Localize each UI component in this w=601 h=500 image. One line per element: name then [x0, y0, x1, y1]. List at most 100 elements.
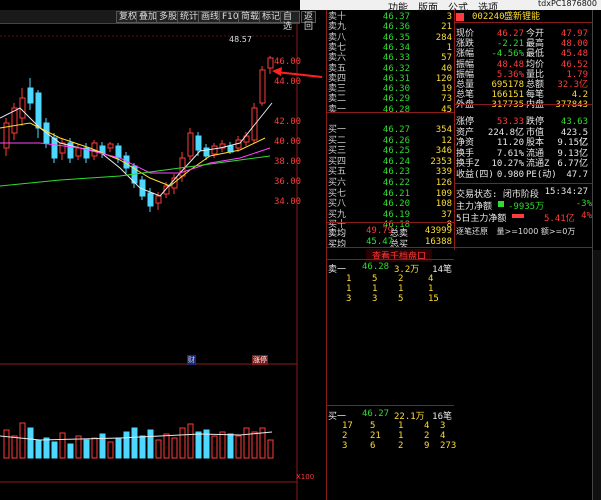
volume-bar: [67, 443, 74, 459]
quote-value: 4.2: [571, 90, 588, 101]
bid-row[interactable]: 买六 46.22 126: [326, 178, 454, 188]
finance-marker[interactable]: 财: [187, 355, 196, 365]
ask-row[interactable]: 卖四 46.31 120: [326, 74, 454, 84]
quote-value: -4.56%: [491, 49, 524, 60]
level-volume: 108: [435, 199, 452, 210]
volume-bar: [147, 429, 154, 459]
volume-bar: [43, 437, 50, 459]
quote-label: 换手Z: [456, 159, 480, 169]
quote-row: 换手Z 10.27% 流通Z 6.77亿: [454, 159, 601, 169]
bid-row[interactable]: 买五 46.23 339: [326, 167, 454, 177]
queue-cell: 4: [440, 431, 446, 441]
candle-body: [35, 92, 42, 129]
quote-value: 166151: [491, 90, 524, 101]
price-label-46: 46.00: [274, 57, 302, 67]
ask-row[interactable]: 卖十 46.37 3: [326, 12, 454, 22]
quote-label: 总笔: [456, 90, 475, 101]
quote-value: 7.61%: [496, 148, 524, 159]
candle-body: [75, 147, 82, 157]
level-price: 46.21: [382, 188, 410, 199]
price-label-34: 34.00: [274, 197, 302, 207]
ask-row[interactable]: 卖三 46.30 19: [326, 84, 454, 94]
candle-body: [203, 147, 210, 157]
ask-row[interactable]: 卖八 46.35 284: [326, 33, 454, 43]
candles-group: [3, 56, 274, 212]
quote-row: 收益(四) 0.980 PE(动) 47.7: [454, 170, 601, 180]
bid-row[interactable]: 买三 46.25 346: [326, 146, 454, 156]
queue-divider: [326, 405, 454, 406]
queue-cell: 15: [428, 294, 439, 304]
quote-value: 9.15亿: [557, 138, 588, 148]
price-label-36: 36.00: [274, 177, 302, 187]
side-scroll-strip[interactable]: [593, 250, 601, 500]
volume-bar: [59, 432, 66, 459]
back-button[interactable]: 返回: [301, 11, 317, 32]
quote-row: 涨幅 -4.56% 最低 45.48: [454, 49, 601, 59]
trade-header: 逐笔还原 量>=1000 额>=0万: [456, 226, 575, 237]
level-volume: 3: [446, 12, 452, 22]
bid-row[interactable]: 买四 46.24 2353: [326, 157, 454, 167]
ask-row[interactable]: 卖九 46.36 21: [326, 22, 454, 32]
ask-row[interactable]: 卖一 46.28 45: [326, 105, 454, 115]
queue-cell: 3: [372, 294, 378, 304]
level-volume: 339: [435, 167, 452, 178]
limit-up-marker[interactable]: 涨停: [252, 355, 268, 365]
quote-row: 涨跌 -2.21 最高 48.00: [454, 39, 601, 49]
kline-chart[interactable]: 46.00 44.00 42.00 40.00 38.00 36.00 34.0…: [0, 24, 323, 500]
level-label: 卖六: [328, 53, 347, 64]
stock-code: 002240: [472, 12, 505, 22]
queue-cell: 1: [398, 421, 404, 431]
ask-row[interactable]: 卖六 46.33 57: [326, 53, 454, 63]
level-label: 卖十: [328, 12, 347, 22]
order-book-divider: [326, 112, 454, 113]
queue-cell: 4: [428, 274, 434, 284]
quote-label: 市值: [526, 127, 545, 138]
queue-cell: 3: [342, 441, 348, 451]
bid-row[interactable]: 买一 46.27 354: [326, 125, 454, 135]
filter-text[interactable]: 量>=1000 额>=0万: [497, 227, 576, 236]
queue-cell: 1: [398, 284, 404, 294]
ask-row[interactable]: 卖二 46.29 73: [326, 94, 454, 104]
volume-bar: [35, 439, 42, 459]
quote-value: 10.27%: [491, 159, 524, 169]
level-label: 卖五: [328, 63, 347, 74]
bid-row[interactable]: 买九 46.19 37: [326, 210, 454, 220]
level-volume: 1: [446, 42, 452, 53]
bid-row[interactable]: 买二 46.26 12: [326, 136, 454, 146]
level-label: 卖七: [328, 42, 347, 53]
stock-flag-icon: [456, 13, 464, 21]
queue-cell: 2: [342, 431, 348, 441]
queue-cell: 4: [424, 421, 430, 431]
volume-bar: [139, 435, 146, 459]
level-price: 46.32: [382, 63, 410, 74]
watchlist-button[interactable]: 自选: [280, 11, 300, 32]
level-volume: 37: [441, 209, 452, 220]
candle-body: [51, 137, 58, 159]
level-volume: 40: [441, 63, 452, 74]
level-price: 46.34: [382, 42, 410, 53]
volume-bar: [227, 433, 234, 459]
level-label: 买四: [328, 156, 347, 167]
bid-row[interactable]: 买七 46.21 109: [326, 189, 454, 199]
view-depth-button[interactable]: 查看千档盘口: [366, 249, 433, 262]
volume-bar: [91, 437, 98, 459]
ask-row[interactable]: 卖五 46.32 40: [326, 64, 454, 74]
quote-value: 48.00: [560, 39, 588, 50]
device-id: tdxPC1876800: [538, 0, 597, 8]
level-label: 买五: [328, 167, 347, 178]
quote-label: 外盘: [456, 100, 475, 111]
volume-bar: [219, 431, 226, 459]
volume-bar: [251, 431, 258, 459]
price-label-40: 40.00: [274, 137, 302, 147]
tick-restore-button[interactable]: 逐笔还原: [456, 227, 488, 236]
ask-row[interactable]: 卖七 46.34 1: [326, 43, 454, 53]
bid-row[interactable]: 买八 46.20 108: [326, 199, 454, 209]
queue-cell: 1: [428, 284, 434, 294]
quote-value: -2.21: [496, 39, 524, 50]
volume-bar: [11, 435, 18, 459]
volume-bar: [3, 429, 10, 459]
quote-value: 9.13亿: [557, 148, 588, 159]
quote-label: 最低: [526, 49, 545, 60]
queue-cell: 3: [346, 294, 352, 304]
quote-row: 总笔 166151 每笔 4.2: [454, 90, 601, 100]
